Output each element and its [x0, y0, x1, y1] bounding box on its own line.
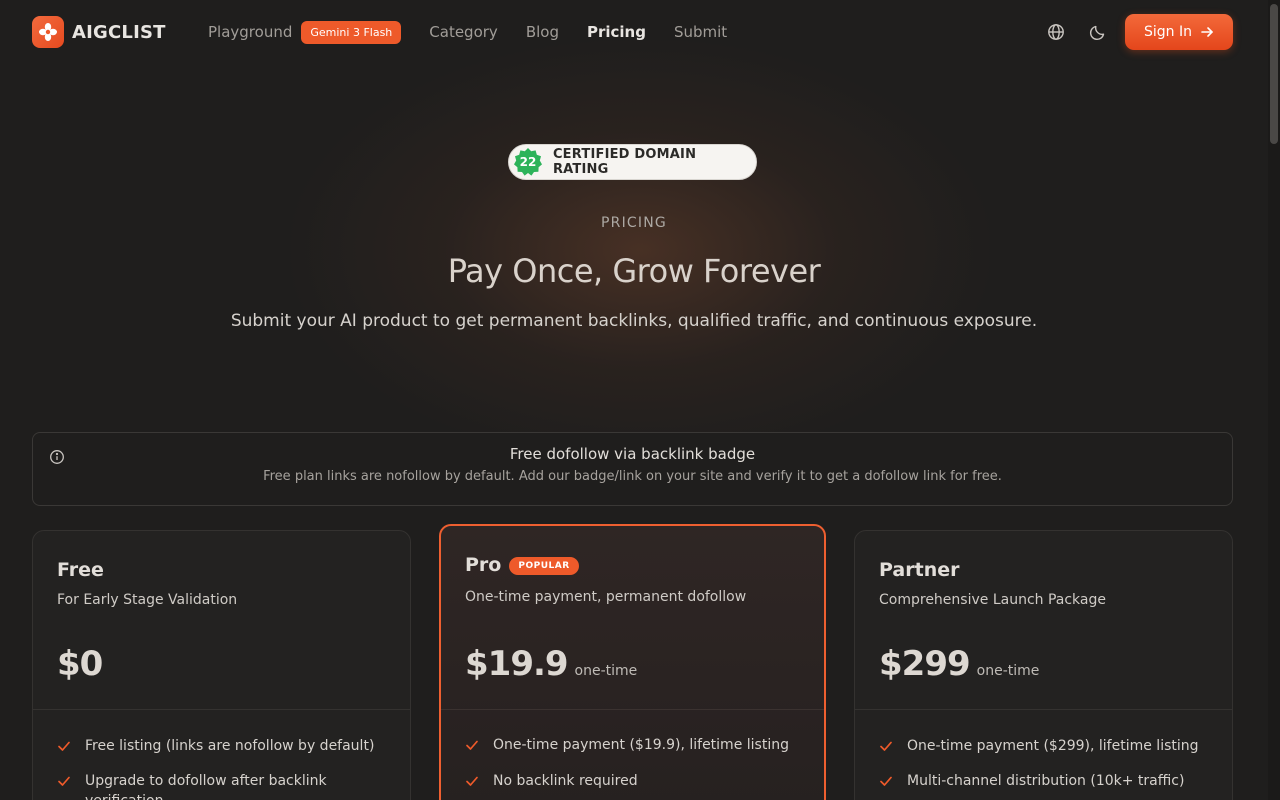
domain-rating-label: CERTIFIED DOMAIN RATING	[552, 147, 697, 177]
plan-feature: Multi-channel distribution (10k+ traffic…	[879, 771, 1209, 791]
playground-model-badge[interactable]: Gemini 3 Flash	[301, 20, 402, 44]
main-nav: Playground Gemini 3 Flash Category Blog …	[208, 16, 755, 48]
sign-in-label: Sign In	[1144, 24, 1192, 40]
plan-price-row: $299 one-time	[879, 644, 1039, 684]
nav-category[interactable]: Category	[429, 23, 498, 41]
plan-feature-text: Multi-channel distribution (10k+ traffic…	[907, 773, 1185, 789]
check-icon	[466, 740, 478, 750]
plan-feature: Upgrade to dofollow after backlink verif…	[57, 771, 387, 800]
plan-feature-text: One-time payment ($19.9), lifetime listi…	[493, 737, 789, 753]
plan-price: $19.9	[465, 644, 569, 684]
page-title: Pay Once, Grow Forever	[447, 252, 821, 290]
card-divider	[441, 709, 824, 710]
card-divider	[33, 709, 410, 710]
plan-card-pro: Pro POPULAR One-time payment, permanent d…	[439, 524, 826, 800]
logo[interactable]: AIGCLIST	[32, 16, 166, 48]
domain-rating-value: 22	[519, 155, 537, 169]
nav-playground[interactable]: Playground	[208, 23, 292, 41]
plan-feature-text: Upgrade to dofollow after backlink verif…	[85, 773, 327, 800]
plan-price-row: $19.9 one-time	[465, 644, 637, 684]
moon-icon[interactable]	[1088, 22, 1108, 42]
plan-feature-text: No backlink required	[493, 773, 638, 789]
dofollow-notice: Free dofollow via backlink badge Free pl…	[32, 432, 1233, 506]
notice-text: Free plan links are nofollow by default.…	[263, 469, 1002, 484]
arrow-right-icon	[1201, 27, 1213, 37]
section-eyebrow: PRICING	[601, 215, 667, 231]
page-subtitle: Submit your AI product to get permanent …	[230, 311, 1038, 331]
scrollbar[interactable]	[1268, 0, 1280, 800]
plan-price-row: $0	[57, 644, 103, 684]
logo-text: AIGCLIST	[72, 21, 166, 43]
card-divider	[855, 709, 1232, 710]
plan-feature: Free listing (links are nofollow by defa…	[57, 736, 387, 756]
nav-submit[interactable]: Submit	[674, 23, 727, 41]
plan-price-unit: one-time	[574, 663, 638, 679]
plan-subtitle: One-time payment, permanent dofollow	[465, 589, 747, 605]
plan-feature: One-time payment ($299), lifetime listin…	[879, 736, 1209, 756]
site-header: AIGCLIST Playground Gemini 3 Flash Categ…	[0, 0, 1268, 64]
domain-rating-badge[interactable]: 22 CERTIFIED DOMAIN RATING	[508, 144, 757, 180]
check-icon	[58, 741, 70, 751]
scrollbar-thumb[interactable]	[1270, 4, 1278, 144]
plan-feature-text: One-time payment ($299), lifetime listin…	[907, 738, 1199, 754]
check-icon	[880, 776, 892, 786]
plan-feature: One-time payment ($19.9), lifetime listi…	[465, 735, 795, 755]
plan-price-unit: one-time	[976, 663, 1040, 679]
plan-subtitle: For Early Stage Validation	[57, 592, 238, 608]
nav-blog[interactable]: Blog	[526, 23, 559, 41]
plan-card-free: Free For Early Stage Validation $0 Free …	[32, 530, 411, 800]
sign-in-button[interactable]: Sign In	[1125, 14, 1233, 50]
plan-subtitle: Comprehensive Launch Package	[879, 592, 1106, 608]
domain-rating-seal: 22	[513, 147, 543, 177]
plan-feature-text: Free listing (links are nofollow by defa…	[85, 738, 375, 754]
globe-icon[interactable]	[1046, 22, 1066, 42]
plan-price: $0	[57, 644, 103, 684]
plan-name: Partner	[879, 559, 960, 581]
plan-card-partner: Partner Comprehensive Launch Package $29…	[854, 530, 1233, 800]
plan-price: $299	[879, 644, 971, 684]
plan-name: Pro	[465, 554, 502, 576]
notice-title: Free dofollow via backlink badge	[509, 445, 756, 463]
plan-feature: No backlink required	[465, 771, 795, 791]
popular-badge: POPULAR	[509, 557, 579, 575]
plan-name: Free	[57, 559, 104, 581]
hero-glow	[290, 40, 990, 460]
check-icon	[466, 776, 478, 786]
check-icon	[58, 776, 70, 786]
nav-pricing[interactable]: Pricing	[587, 23, 646, 41]
plan-name-row: Pro POPULAR	[465, 554, 579, 576]
logo-icon	[32, 16, 64, 48]
check-icon	[880, 741, 892, 751]
